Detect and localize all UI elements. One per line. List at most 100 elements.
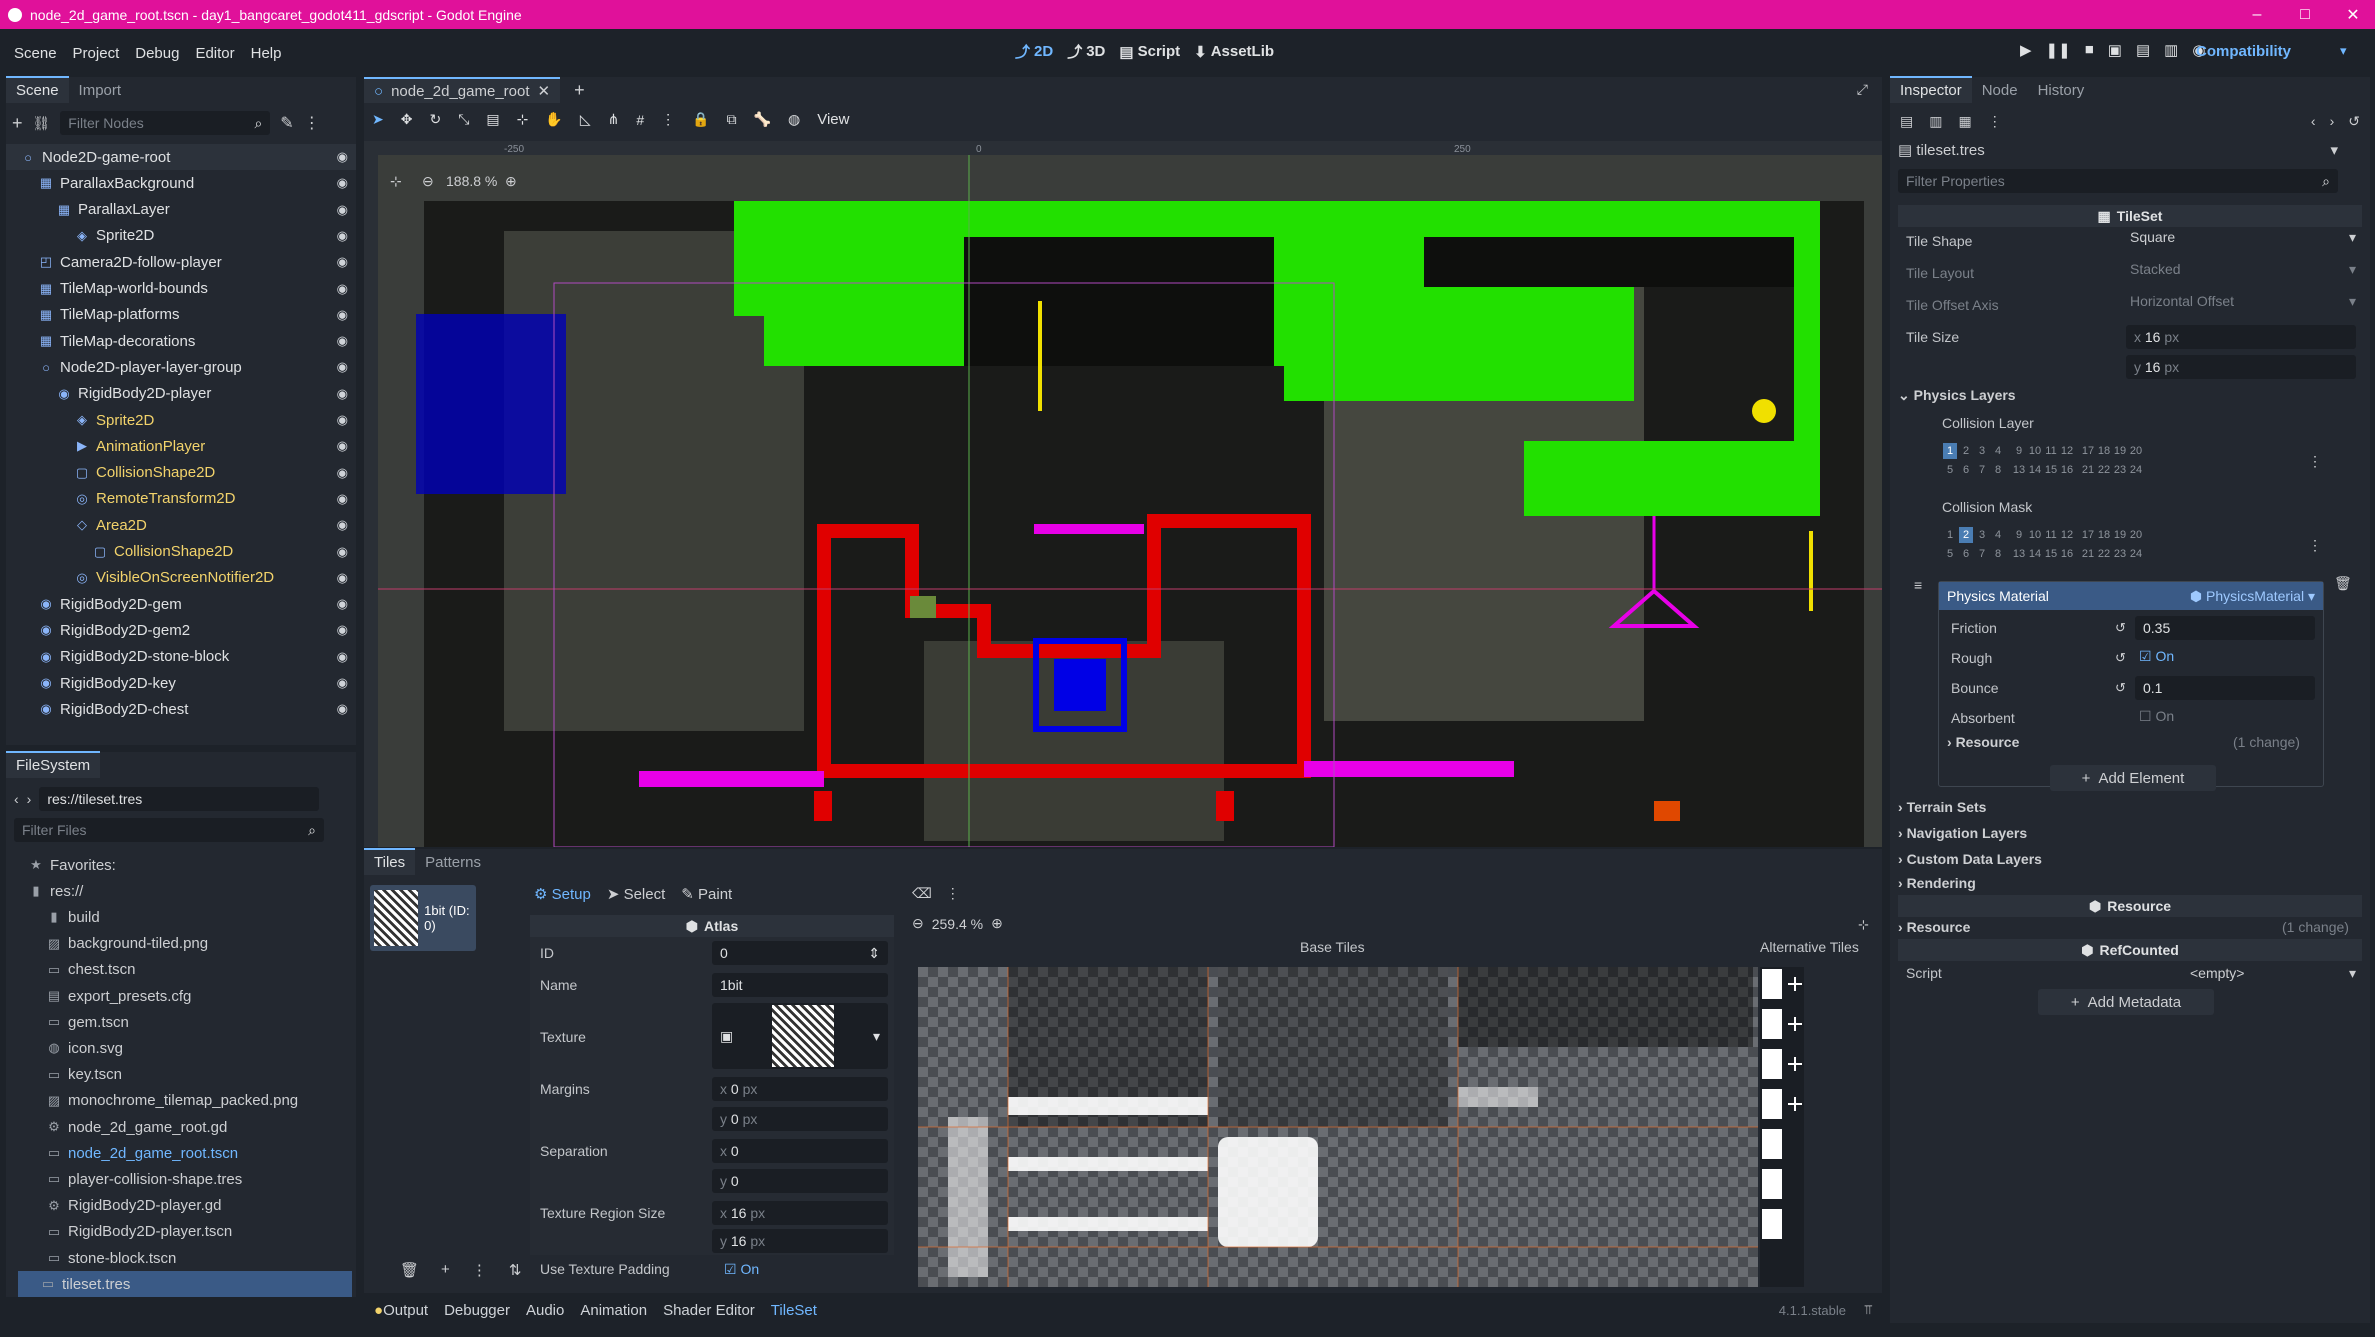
file-item[interactable]: ▭ node_2d_game_root.tscn xyxy=(6,1140,346,1166)
tab-import[interactable]: Import xyxy=(69,78,132,103)
remote-debug-icon[interactable]: ▣ xyxy=(2108,41,2122,59)
add-node-icon[interactable]: + xyxy=(12,113,23,134)
texture-field[interactable]: ▣ ▾ xyxy=(712,1003,888,1069)
ruler-tool-icon[interactable]: ◺ xyxy=(580,111,591,128)
separation-x-field[interactable]: x 0 xyxy=(712,1139,888,1163)
tab-scene[interactable]: Scene xyxy=(6,76,69,103)
bounce-field[interactable]: 0.1 xyxy=(2135,676,2315,700)
scale-tool-icon[interactable]: ⤡ xyxy=(458,111,469,128)
scene-node[interactable]: ◇ Area2D ◉ xyxy=(6,512,356,538)
region-y-field[interactable]: y 16 px xyxy=(712,1229,888,1253)
layer-cell[interactable]: 22 xyxy=(2097,462,2111,478)
visibility-eye-icon[interactable]: ◉ xyxy=(337,386,348,402)
visibility-eye-icon[interactable]: ◉ xyxy=(337,701,348,717)
tile-offset-select[interactable]: Horizontal Offset ▾ xyxy=(2130,293,2356,310)
menu-help[interactable]: Help xyxy=(243,45,290,62)
file-item[interactable]: ▨ monochrome_tilemap_packed.png xyxy=(6,1088,346,1114)
file-item[interactable]: ◍ icon.svg xyxy=(6,1035,346,1061)
layer-cell[interactable]: 3 xyxy=(1975,443,1989,459)
visibility-eye-icon[interactable]: ◉ xyxy=(337,149,348,165)
separation-y-field[interactable]: y 0 xyxy=(712,1169,888,1193)
kebab-menu-icon[interactable]: ⋮ xyxy=(2308,537,2322,554)
visibility-eye-icon[interactable]: ◉ xyxy=(337,254,348,270)
layer-cell[interactable]: 4 xyxy=(1991,443,2005,459)
add-element-button[interactable]: + Add Element xyxy=(2050,765,2216,791)
scene-node[interactable]: ▢ CollisionShape2D ◉ xyxy=(6,539,356,565)
lock-icon[interactable]: 🔒 xyxy=(692,111,709,128)
play-icon[interactable]: ▶ xyxy=(2020,41,2032,59)
history-forward-icon[interactable]: › xyxy=(2330,113,2335,130)
resource-subsection[interactable]: › Resource xyxy=(1947,734,2019,750)
menu-scene[interactable]: Scene xyxy=(6,45,65,62)
play-custom-icon[interactable]: ▥ xyxy=(2164,41,2178,59)
new-resource-icon[interactable]: ▤ xyxy=(1900,113,1913,130)
mode-3d-button[interactable]: ⤴ 3D xyxy=(1067,41,1105,62)
play-scene-icon[interactable]: ▤ xyxy=(2136,41,2150,59)
layer-cell[interactable]: 17 xyxy=(2081,527,2095,543)
open-resource-icon[interactable]: ▥ xyxy=(1929,113,1942,130)
tab-animation[interactable]: Animation xyxy=(580,1302,647,1319)
layer-cell[interactable]: 8 xyxy=(1991,462,2005,478)
layer-cell[interactable]: 22 xyxy=(2097,546,2111,562)
navigation-layers-section[interactable]: › Navigation Layers xyxy=(1898,825,2027,841)
stop-icon[interactable]: ■ xyxy=(2085,41,2094,59)
paint-tool-button[interactable]: ✎ Paint xyxy=(681,885,732,903)
trash-icon[interactable]: 🗑 xyxy=(2334,575,2352,592)
layer-cell[interactable]: 20 xyxy=(2129,527,2143,543)
friction-field[interactable]: 0.35 xyxy=(2135,616,2315,640)
scene-node[interactable]: ▦ TileMap-world-bounds ◉ xyxy=(6,276,356,302)
zoom-in-icon[interactable]: ⊕ xyxy=(991,915,1003,932)
layer-cell[interactable]: 19 xyxy=(2113,527,2127,543)
add-metadata-button[interactable]: + Add Metadata xyxy=(2038,989,2214,1015)
revert-icon[interactable]: ↺ xyxy=(2115,650,2126,666)
scene-node[interactable]: ○ Node2D-player-layer-group ◉ xyxy=(6,354,356,380)
margin-y-field[interactable]: y 0 px xyxy=(712,1107,888,1131)
layer-cell[interactable]: 12 xyxy=(2060,527,2074,543)
menu-project[interactable]: Project xyxy=(65,45,128,62)
collision-mask-grid[interactable]: 1 2 3 4 9 10 11 12 17 18 19 20 5 6 7 8 13 14 15 16 21 22 23 24 xyxy=(1942,525,2202,563)
save-icon[interactable]: ▦ xyxy=(1958,113,1971,130)
smart-snap-icon[interactable]: ⋔ xyxy=(608,111,620,128)
layer-cell[interactable]: 20 xyxy=(2129,443,2143,459)
back-icon[interactable]: ‹ xyxy=(14,791,19,807)
layer-cell[interactable]: 19 xyxy=(2113,443,2127,459)
file-item[interactable]: ▭ gem.tscn xyxy=(6,1009,346,1035)
kebab-menu-icon[interactable]: ⋮ xyxy=(304,113,320,133)
kebab-menu-icon[interactable]: ⋮ xyxy=(1988,113,2002,130)
file-item[interactable]: ★ Favorites: xyxy=(6,852,346,878)
visibility-eye-icon[interactable]: ◉ xyxy=(337,281,348,297)
layer-cell[interactable]: 23 xyxy=(2113,546,2127,562)
file-item[interactable]: ▤ export_presets.cfg xyxy=(6,983,346,1009)
distraction-free-icon[interactable]: ⤢ xyxy=(1857,81,1868,98)
layer-cell[interactable]: 13 xyxy=(2012,462,2026,478)
tab-tileset[interactable]: TileSet xyxy=(771,1302,817,1319)
rotate-tool-icon[interactable]: ↻ xyxy=(429,111,441,128)
visibility-eye-icon[interactable]: ◉ xyxy=(337,491,348,507)
layer-cell[interactable]: 17 xyxy=(2081,443,2095,459)
terrain-sets-section[interactable]: › Terrain Sets xyxy=(1898,799,1986,815)
visibility-eye-icon[interactable]: ◉ xyxy=(337,228,348,244)
layer-cell[interactable]: 15 xyxy=(2044,462,2058,478)
layer-cell[interactable]: 21 xyxy=(2081,462,2095,478)
file-item[interactable]: ⚙ RigidBody2D-player.gd xyxy=(6,1193,346,1219)
visibility-eye-icon[interactable]: ◉ xyxy=(337,333,348,349)
tile-layout-select[interactable]: Stacked ▾ xyxy=(2130,261,2356,278)
path-field[interactable]: res://tileset.tres xyxy=(39,787,320,811)
filter-files-input[interactable]: Filter Files ⌕ xyxy=(14,818,324,842)
layer-cell[interactable]: 5 xyxy=(1943,462,1957,478)
renderer-select[interactable]: Compatibility xyxy=(2196,43,2291,60)
tab-filesystem[interactable]: FileSystem xyxy=(6,751,101,778)
tile-shape-select[interactable]: Square ▾ xyxy=(2130,229,2356,246)
link-icon[interactable]: ⛓ xyxy=(33,115,51,132)
scene-node[interactable]: ◉ RigidBody2D-gem2 ◉ xyxy=(6,617,356,643)
texture-padding-checkbox[interactable]: ☑ On xyxy=(724,1261,759,1278)
visibility-eye-icon[interactable]: ◉ xyxy=(337,175,348,191)
setup-tool-button[interactable]: ⚙ Setup xyxy=(534,885,591,903)
file-item[interactable]: ▭ chest.tscn xyxy=(6,957,346,983)
group-icon[interactable]: ⧉ xyxy=(727,111,737,128)
scene-node[interactable]: ○ Node2D-game-root ◉ xyxy=(6,144,356,170)
select-tool-icon[interactable]: ➤ xyxy=(372,111,384,128)
tab-shader-editor[interactable]: Shader Editor xyxy=(663,1302,755,1319)
file-item[interactable]: ▭ player-collision-shape.tres xyxy=(6,1166,346,1192)
scene-node[interactable]: ◈ Sprite2D ◉ xyxy=(6,407,356,433)
